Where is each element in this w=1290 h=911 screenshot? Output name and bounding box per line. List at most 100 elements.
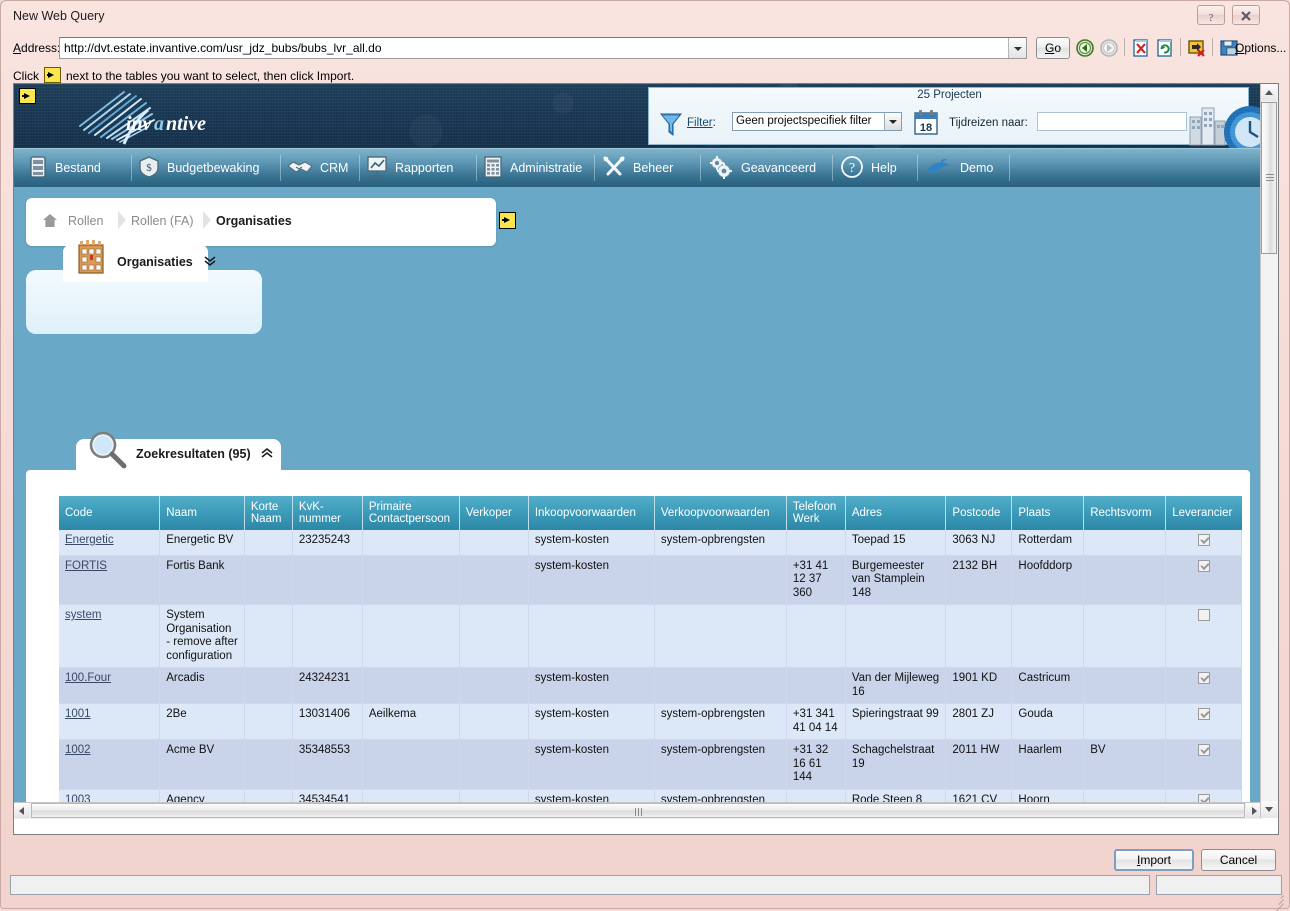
cell-kvk: 35348553 <box>292 739 363 790</box>
breadcrumb-arrow-tag-icon[interactable] <box>499 212 516 229</box>
th-korte-naam[interactable]: Korte Naam <box>244 496 293 530</box>
row-code-link[interactable]: 100.Four <box>65 672 111 684</box>
th-code[interactable]: Code <box>59 496 161 530</box>
leverancier-checkbox[interactable] <box>1197 744 1210 756</box>
scroll-up-button[interactable] <box>1261 84 1277 101</box>
close-button[interactable] <box>1232 5 1260 25</box>
chevron-down-icon[interactable] <box>884 113 901 130</box>
leverancier-checkbox[interactable] <box>1197 672 1210 684</box>
row-code-link[interactable]: 1001 <box>65 708 91 720</box>
th-adres[interactable]: Adres <box>845 496 947 530</box>
table-row[interactable]: system System Organisation - remove after… <box>59 604 1243 668</box>
th-kvk-nummer[interactable]: KvK-nummer <box>292 496 363 530</box>
cell-verkoop: system-opbrengsten <box>654 739 787 790</box>
cell-leverancier[interactable] <box>1165 739 1243 790</box>
cell-code[interactable]: 1001 <box>59 703 161 740</box>
tab-zoekresultaten[interactable]: Zoekresultaten (95) <box>76 431 281 471</box>
nav-item-geavanceerd[interactable]: Geavanceerd <box>708 149 816 187</box>
import-arrow-icon[interactable] <box>1187 38 1207 58</box>
resize-grip[interactable] <box>1272 892 1284 911</box>
cell-code[interactable]: 100.Four <box>59 667 161 704</box>
leverancier-checkbox[interactable] <box>1197 609 1210 621</box>
leverancier-checkbox[interactable] <box>1197 559 1210 572</box>
cell-telefoon <box>786 604 846 668</box>
server-icon <box>28 155 48 182</box>
th-rechtsvorm[interactable]: Rechtsvorm <box>1083 496 1167 530</box>
cell-code[interactable]: Energetic <box>59 530 161 556</box>
help-button[interactable]: ? <box>1197 5 1225 25</box>
scroll-down-button[interactable] <box>1261 801 1277 818</box>
table-row[interactable]: 1001 2Be 13031406 Aeilkema system-kosten syst… <box>59 703 1243 740</box>
page-horizontal-scrollbar[interactable] <box>14 802 1262 819</box>
cell-naam: System Organisation - remove after confi… <box>159 604 245 668</box>
nav-item-help[interactable]: ? Help <box>840 149 897 187</box>
nav-item-administratie[interactable]: Administratie <box>483 149 582 187</box>
filter-select[interactable]: Geen projectspecifiek filter <box>732 112 902 131</box>
nav-item-beheer[interactable]: Beheer <box>602 149 673 187</box>
table-row[interactable]: FORTIS Fortis Bank system-kosten +31 41 12 … <box>59 555 1243 605</box>
building-icon <box>74 237 108 280</box>
address-input[interactable] <box>60 38 998 58</box>
tab-organisaties[interactable]: Organisaties <box>63 240 216 282</box>
chevron-down-icon[interactable] <box>203 254 217 271</box>
horizontal-scroll-thumb[interactable] <box>31 803 1245 818</box>
breadcrumb-item-rollen-fa[interactable]: Rollen (FA) <box>131 214 194 228</box>
cell-code[interactable]: system <box>59 604 161 668</box>
chevron-up-icon[interactable] <box>260 446 274 463</box>
row-code-link[interactable]: 1002 <box>65 744 91 756</box>
leverancier-checkbox[interactable] <box>1197 708 1210 720</box>
import-button[interactable]: Import <box>1114 849 1194 871</box>
page-vertical-scrollbar[interactable] <box>1260 84 1278 818</box>
th-primaire-contactpersoon[interactable]: Primaire Contactpersoon <box>362 496 460 530</box>
th-postcode[interactable]: Postcode <box>945 496 1013 530</box>
cell-verkoop: system-opbrengsten <box>654 530 787 556</box>
vertical-scroll-thumb[interactable] <box>1261 102 1277 254</box>
leverancier-checkbox[interactable] <box>1197 534 1210 546</box>
table-row[interactable]: Energetic Energetic BV 23235243 system-kost… <box>59 530 1243 556</box>
cell-kvk: 24324231 <box>292 667 363 704</box>
th-verkoopvoorwaarden[interactable]: Verkoopvoorwaarden <box>654 496 787 530</box>
calendar-icon[interactable]: 18 <box>914 109 938 135</box>
nav-item-budgetbewaking[interactable]: $ Budgetbewaking <box>138 149 259 187</box>
cancel-button[interactable]: Cancel <box>1201 849 1276 871</box>
nav-item-bestand[interactable]: Bestand <box>28 149 101 187</box>
timetravel-input[interactable] <box>1037 112 1187 131</box>
cell-code[interactable]: 1002 <box>59 739 161 790</box>
cell-code[interactable]: FORTIS <box>59 555 161 605</box>
cell-leverancier[interactable] <box>1165 667 1243 704</box>
scroll-left-button[interactable] <box>14 803 30 818</box>
back-icon[interactable] <box>1075 38 1095 58</box>
breadcrumb-item-rollen[interactable]: Rollen <box>68 214 103 228</box>
filter-label[interactable]: Filter: <box>687 117 716 129</box>
address-dropdown-button[interactable] <box>1008 38 1026 58</box>
cell-inkoop: system-kosten <box>528 739 655 790</box>
th-leverancier[interactable]: Leverancier <box>1165 496 1242 530</box>
th-inkoopvoorwaarden[interactable]: Inkoopvoorwaarden <box>528 496 655 530</box>
cell-leverancier[interactable] <box>1165 703 1243 740</box>
th-naam[interactable]: Naam <box>159 496 245 530</box>
nav-item-crm[interactable]: CRM <box>287 149 348 187</box>
th-plaats[interactable]: Plaats <box>1011 496 1085 530</box>
cell-leverancier[interactable] <box>1165 604 1243 668</box>
refresh-icon[interactable] <box>1155 38 1175 58</box>
nav-item-rapporten[interactable]: Rapporten <box>366 149 453 187</box>
table-row[interactable]: 100.Four Arcadis 24324231 system-kosten Van … <box>59 667 1243 704</box>
row-code-link[interactable]: FORTIS <box>65 560 107 572</box>
forward-icon <box>1099 38 1119 58</box>
row-code-link[interactable]: Energetic <box>65 534 114 546</box>
table-row[interactable]: 1002 Acme BV 35348553 system-kosten system-o… <box>59 739 1243 790</box>
go-button[interactable]: Go <box>1036 37 1070 59</box>
nav-item-demo[interactable]: Demo <box>925 149 993 187</box>
page-arrow-tag-icon[interactable] <box>19 88 36 104</box>
address-combo[interactable] <box>59 37 1027 59</box>
th-verkoper[interactable]: Verkoper <box>459 496 529 530</box>
search-results-card: Code Naam Korte Naam KvK-nummer Primaire… <box>26 470 1250 819</box>
cell-contact <box>362 530 460 556</box>
th-telefoon-werk[interactable]: Telefoon Werk <box>786 496 846 530</box>
row-code-link[interactable]: system <box>65 609 101 621</box>
cell-leverancier[interactable] <box>1165 530 1243 556</box>
options-button[interactable]: Options... <box>1235 41 1286 55</box>
stop-icon[interactable] <box>1131 38 1151 58</box>
cell-leverancier[interactable] <box>1165 555 1243 605</box>
home-icon[interactable] <box>42 213 58 231</box>
